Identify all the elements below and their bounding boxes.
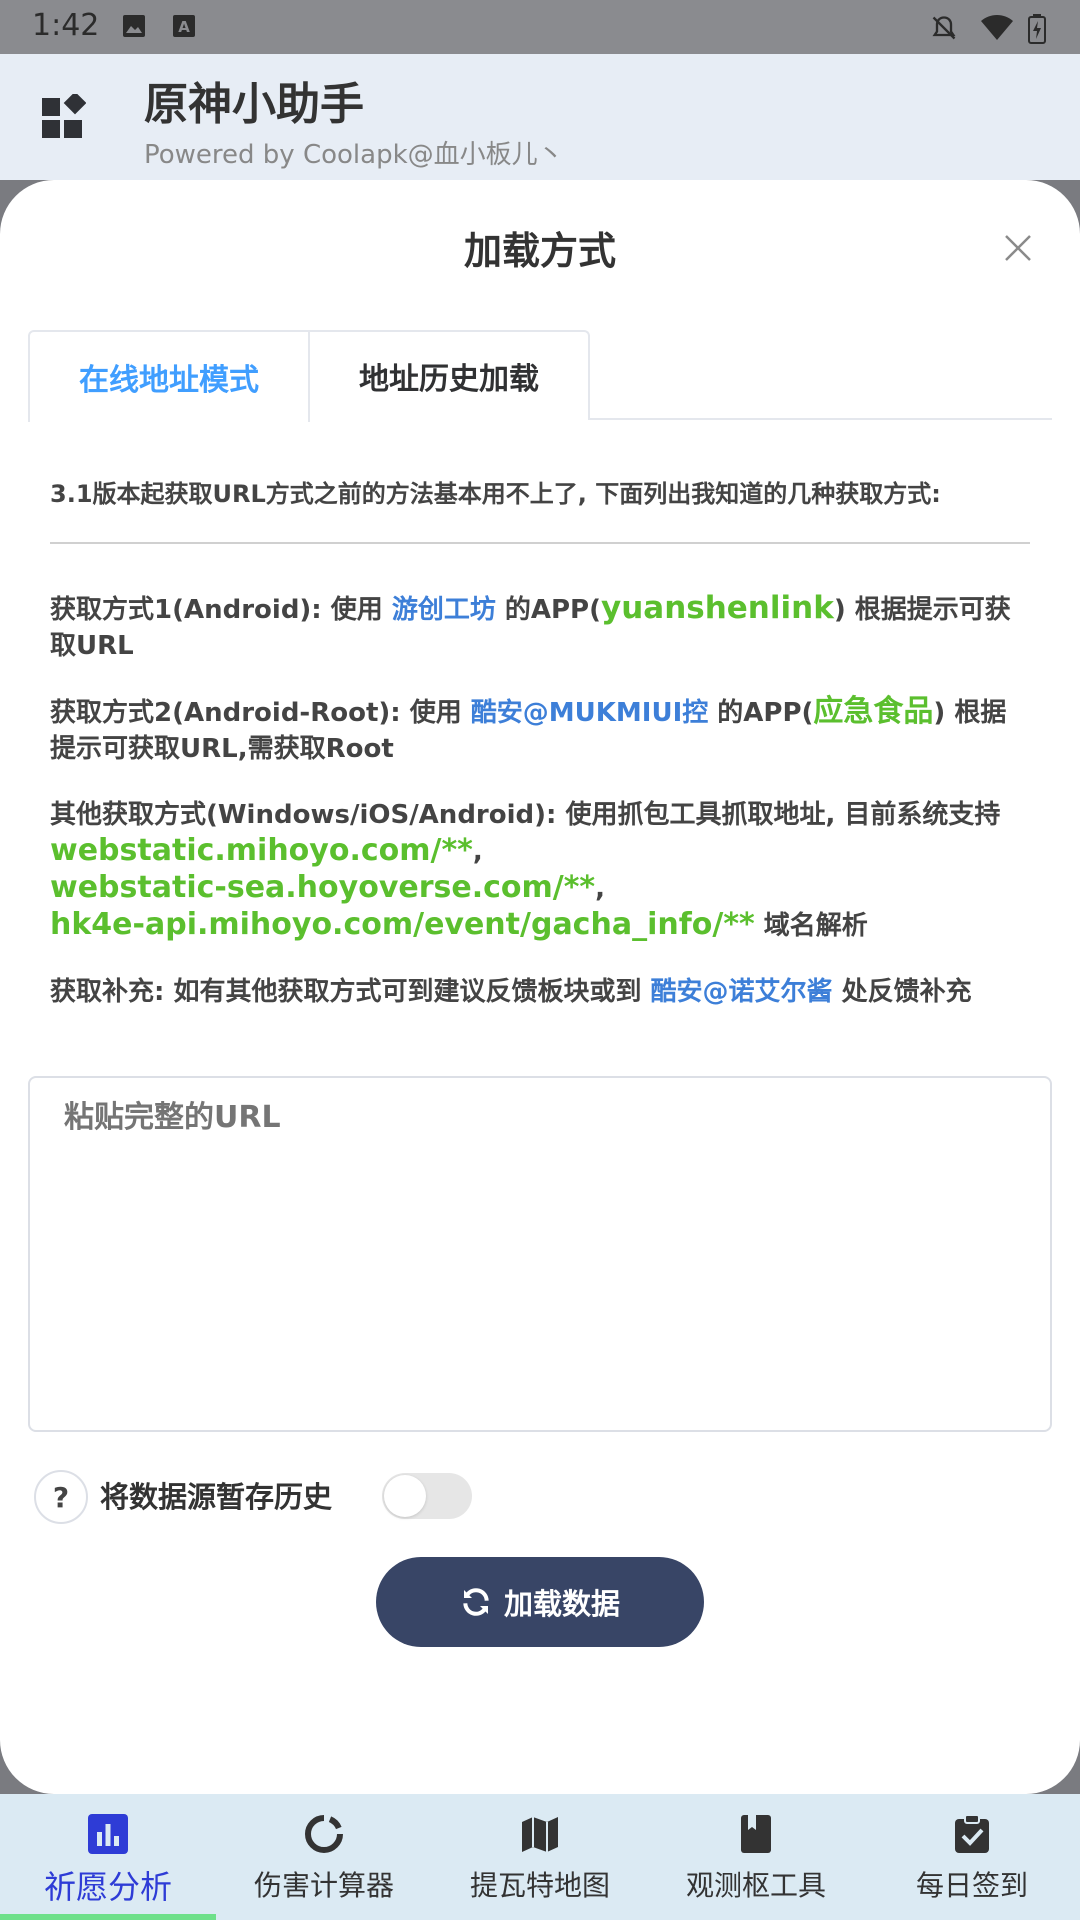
load-data-label: 加载数据	[503, 1587, 620, 1621]
tab-history[interactable]: 地址历史加载	[308, 330, 590, 420]
domain-2: webstatic-sea.hoyoverse.com/**	[50, 870, 596, 905]
bottom-navigation: 祈愿分析 伤害计算器 提瓦特地图 观测枢工具 每日签到	[0, 1794, 1080, 1920]
domain-1: webstatic.mihoyo.com/**	[50, 833, 473, 868]
app-bar: 原神小助手 Powered by Coolapk@血小板儿丶	[0, 54, 1080, 180]
nav-label: 提瓦特地图	[469, 1869, 610, 1902]
domain-3: hk4e-api.mihoyo.com/event/gacha_info/**	[50, 907, 755, 942]
instructions: 3.1版本起获取URL方式之前的方法基本用不上了, 下面列出我知道的几种获取方式…	[50, 476, 1030, 1010]
url-input[interactable]	[28, 1076, 1052, 1432]
status-time: 1:42	[32, 8, 100, 43]
mode-tabs: 在线地址模式 地址历史加载	[28, 330, 1052, 422]
svg-text:A: A	[178, 18, 190, 36]
toggle-knob	[384, 1475, 426, 1517]
nav-item-damage-calculator[interactable]: 伤害计算器	[216, 1794, 432, 1920]
supplement-prefix: 获取补充: 如有其他获取方式可到建议反馈板块或到	[50, 977, 651, 1007]
method1-paragraph: 获取方式1(Android): 使用 游创工坊 的APP(yuanshenlin…	[50, 590, 1030, 664]
nav-label: 每日签到	[915, 1869, 1028, 1902]
method2-prefix: 获取方式2(Android-Root): 使用	[50, 698, 471, 728]
app-subtitle: Powered by Coolapk@血小板儿丶	[144, 140, 564, 170]
load-method-dialog: 加载方式 在线地址模式 地址历史加载 3.1版本起获取URL方式之前的方法基本用…	[0, 180, 1080, 1794]
supplement-author-link[interactable]: 酷安@诺艾尔酱	[651, 977, 833, 1007]
method3-prefix: 其他获取方式(Windows/iOS/Android): 使用抓包工具抓取地址,…	[50, 800, 1001, 830]
app-logo-icon[interactable]	[42, 94, 86, 138]
method1-author-link[interactable]: 游创工坊	[392, 595, 496, 625]
nav-item-wish-analysis[interactable]: 祈愿分析	[0, 1794, 216, 1920]
method1-app-link[interactable]: yuanshenlink	[601, 590, 834, 626]
method2-mid: 的APP(	[708, 698, 814, 728]
nav-label: 祈愿分析	[43, 1868, 172, 1906]
method1-mid: 的APP(	[495, 595, 601, 625]
method1-prefix: 获取方式1(Android): 使用	[50, 595, 392, 625]
map-icon	[522, 1817, 558, 1852]
bookmark-book-icon	[741, 1815, 771, 1853]
method2-app-link[interactable]: 应急食品	[813, 694, 933, 729]
image-icon	[123, 15, 145, 37]
load-data-button[interactable]: 加载数据	[376, 1557, 704, 1647]
refresh-icon	[463, 1588, 489, 1616]
tab-online-url[interactable]: 在线地址模式	[28, 330, 310, 422]
nav-item-daily-checkin[interactable]: 每日签到	[864, 1794, 1080, 1920]
app-title: 原神小助手	[144, 79, 364, 130]
nav-label: 观测枢工具	[685, 1869, 826, 1902]
a-icon: A	[173, 15, 195, 37]
save-history-label: 将数据源暂存历史	[100, 1480, 333, 1514]
nav-item-observation-tool[interactable]: 观测枢工具	[648, 1794, 864, 1920]
nav-active-indicator	[0, 1914, 216, 1920]
close-icon[interactable]	[1000, 230, 1036, 266]
intro-text: 3.1版本起获取URL方式之前的方法基本用不上了, 下面列出我知道的几种获取方式…	[50, 476, 1030, 544]
method3-paragraph: 其他获取方式(Windows/iOS/Android): 使用抓包工具抓取地址,…	[50, 800, 1001, 942]
nav-item-teyvat-map[interactable]: 提瓦特地图	[432, 1794, 648, 1920]
method2-paragraph: 获取方式2(Android-Root): 使用 酷安@MUKMIUI控 的APP…	[50, 694, 1030, 767]
clipboard-check-icon	[955, 1814, 989, 1853]
status-bar: 1:42 A	[0, 0, 1080, 54]
help-button[interactable]: ?	[34, 1470, 88, 1524]
circle-notch-icon	[305, 1815, 343, 1853]
method2-author-link[interactable]: 酷安@MUKMIUI控	[471, 698, 708, 728]
save-history-toggle[interactable]	[382, 1473, 472, 1519]
bell-off-icon	[932, 16, 956, 40]
dialog-title: 加载方式	[463, 229, 616, 273]
wifi-icon	[981, 15, 1013, 40]
supplement-suffix: 处反馈补充	[832, 977, 972, 1007]
bar-chart-icon	[88, 1814, 128, 1854]
nav-label: 伤害计算器	[253, 1869, 394, 1902]
supplement-paragraph: 获取补充: 如有其他获取方式可到建议反馈板块或到 酷安@诺艾尔酱 处反馈补充	[50, 974, 1030, 1010]
method3-suffix: 域名解析	[754, 911, 868, 941]
battery-icon	[1028, 14, 1046, 44]
